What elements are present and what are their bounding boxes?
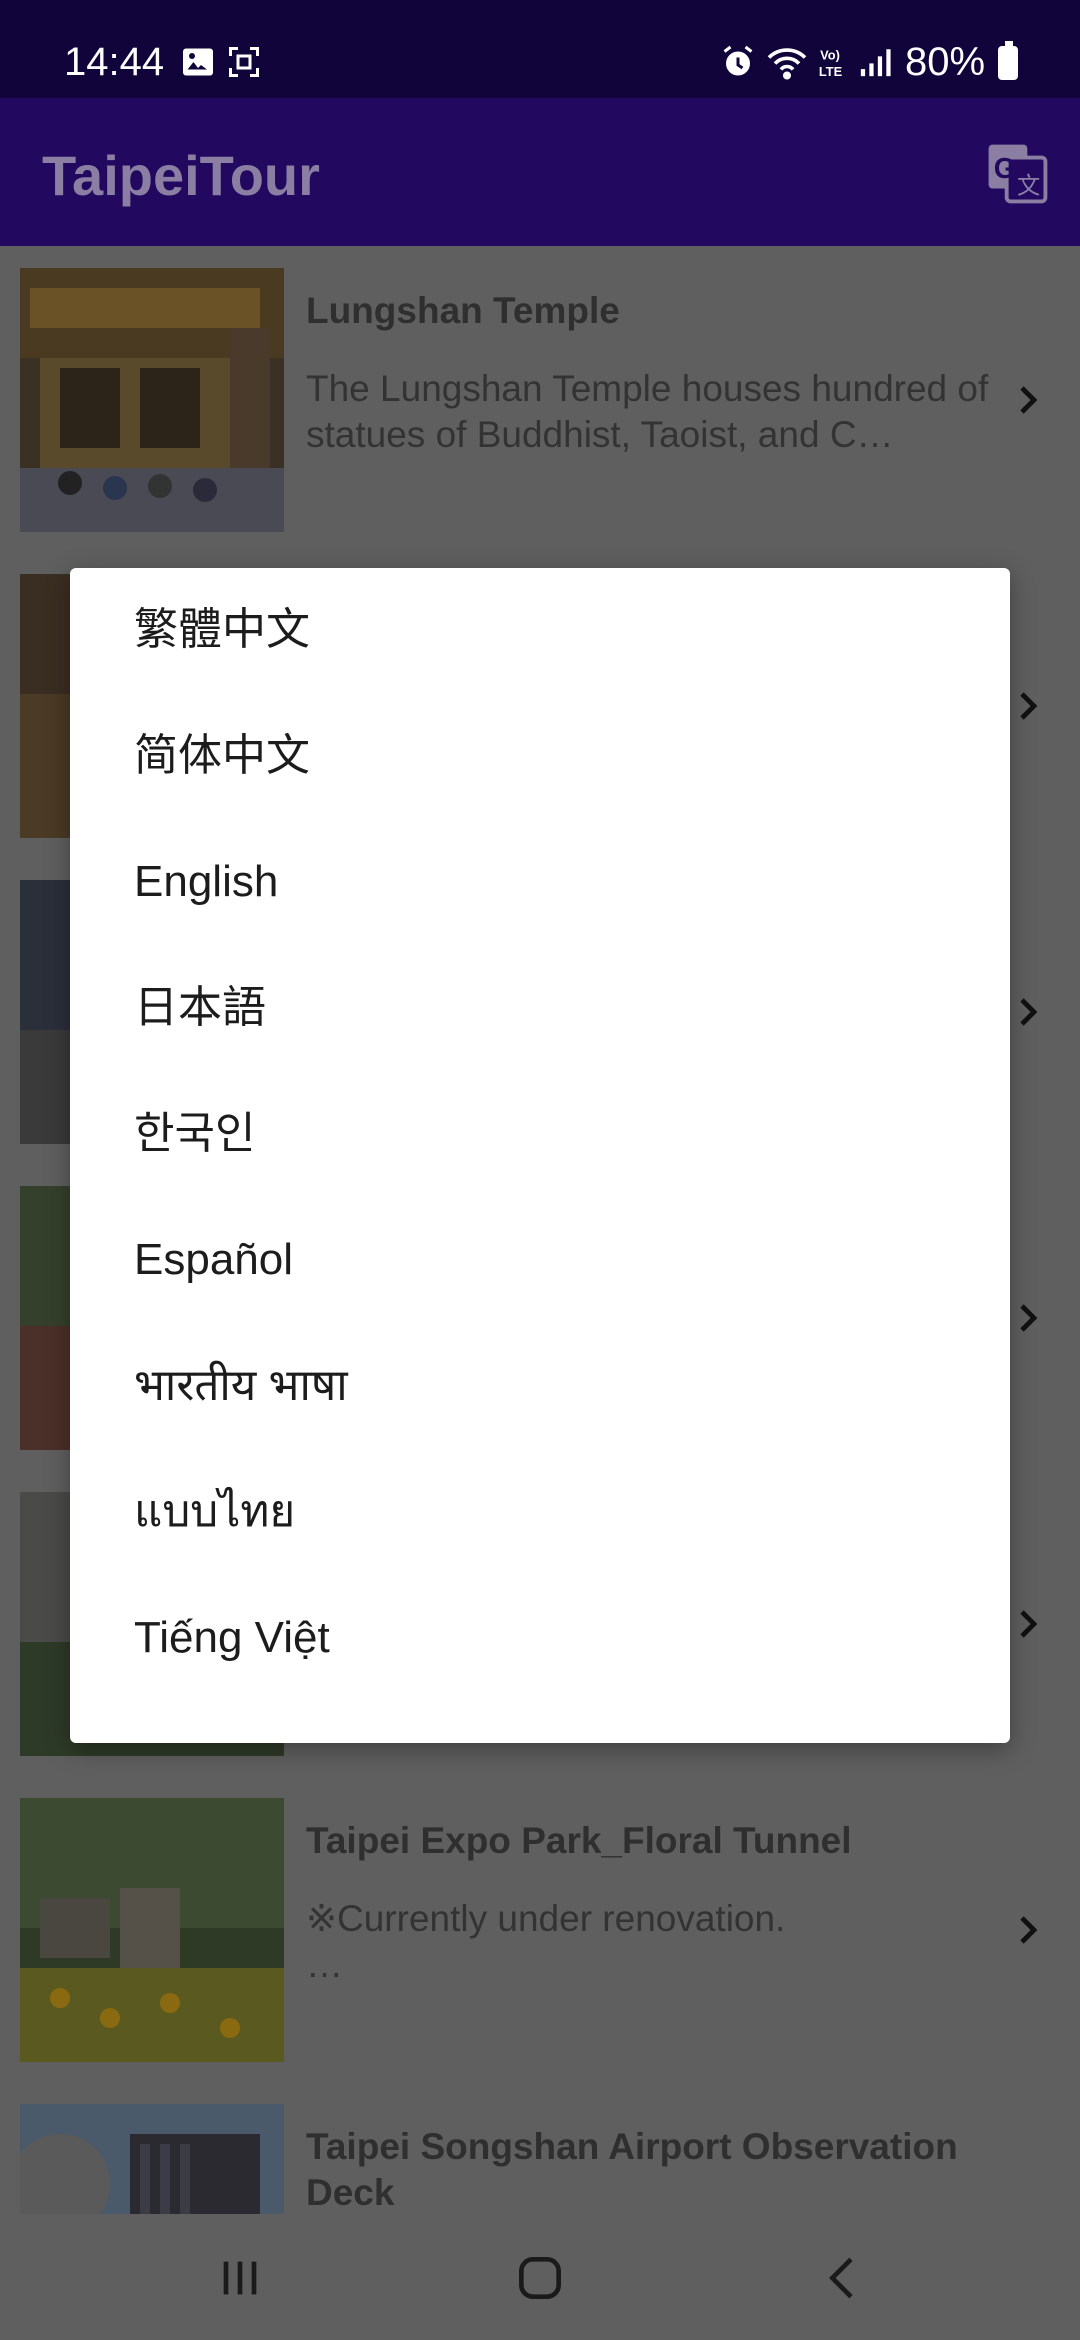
language-option[interactable]: Español	[70, 1198, 1010, 1324]
language-option[interactable]: Tiếng Việt	[70, 1576, 1010, 1702]
list-item[interactable]: Taipei Expo Park_Floral Tunnel ※Currentl…	[0, 1776, 1080, 2082]
svg-text:文: 文	[1017, 173, 1040, 199]
language-option[interactable]: 繁體中文	[70, 568, 1010, 694]
battery-icon	[998, 41, 1018, 80]
language-label: Tiếng Việt	[134, 1613, 330, 1662]
language-option[interactable]: English	[70, 820, 1010, 946]
chevron-right-icon	[1020, 692, 1038, 720]
recent-apps-icon[interactable]	[212, 2250, 268, 2306]
svg-text:G: G	[994, 153, 1016, 185]
home-icon[interactable]	[512, 2250, 568, 2306]
translate-icon[interactable]: G 文	[986, 142, 1048, 204]
language-option[interactable]: 한국인	[70, 1072, 1010, 1198]
svg-text:Vo): Vo)	[820, 47, 840, 62]
back-icon[interactable]	[816, 2250, 872, 2306]
language-label: 한국인	[134, 1109, 256, 1158]
svg-text:LTE: LTE	[819, 64, 843, 79]
language-label: 日本語	[134, 983, 266, 1032]
app-title: TaipeiTour	[42, 144, 320, 207]
chevron-right-icon	[1020, 1916, 1038, 1944]
language-label: แบบไทย	[134, 1487, 296, 1536]
item-title: Lungshan Temple	[306, 290, 620, 331]
screenshot-icon	[229, 47, 259, 77]
chevron-right-icon	[1020, 1304, 1038, 1332]
wifi-icon	[767, 48, 807, 80]
language-label: Español	[134, 1235, 294, 1284]
item-description: The Lungshan Temple houses hundred of st…	[306, 368, 989, 455]
list-item[interactable]: Lungshan Temple The Lungshan Temple hous…	[0, 246, 1080, 552]
battery-percent: 80%	[905, 40, 986, 84]
language-label: 繁體中文	[134, 605, 310, 654]
signal-icon	[860, 49, 891, 77]
status-bar: 14:44 Vo) LTE 80%	[0, 0, 1080, 98]
app-bar: TaipeiTour G 文	[0, 98, 1080, 246]
item-title: Taipei Songshan Airport Observation Deck	[306, 2126, 958, 2213]
chevron-right-icon	[1020, 386, 1038, 414]
language-option[interactable]: 日本語	[70, 946, 1010, 1072]
item-title: Taipei Expo Park_Floral Tunnel	[306, 1820, 852, 1861]
chevron-right-icon	[1020, 998, 1038, 1026]
language-option[interactable]: แบบไทย	[70, 1450, 1010, 1576]
chevron-right-icon	[1020, 1610, 1038, 1638]
language-label: भारतीय भाषा	[134, 1361, 348, 1410]
language-option[interactable]: भारतीय भाषा	[70, 1324, 1010, 1450]
image-icon	[183, 48, 213, 76]
status-time: 14:44	[64, 40, 165, 84]
volte-icon: Vo) LTE	[819, 47, 843, 79]
thumbnail-image	[20, 268, 284, 532]
item-description: ※Currently under renovation. …	[306, 1898, 786, 1985]
thumbnail-image	[20, 1798, 284, 2062]
language-label: English	[134, 857, 279, 906]
language-label: 简体中文	[134, 731, 310, 780]
language-dialog: 繁體中文 简体中文 English 日本語 한국인 Español भारतीय…	[70, 568, 1010, 1743]
navigation-bar	[0, 2214, 1080, 2340]
language-option[interactable]: 简体中文	[70, 694, 1010, 820]
alarm-icon	[723, 45, 753, 76]
